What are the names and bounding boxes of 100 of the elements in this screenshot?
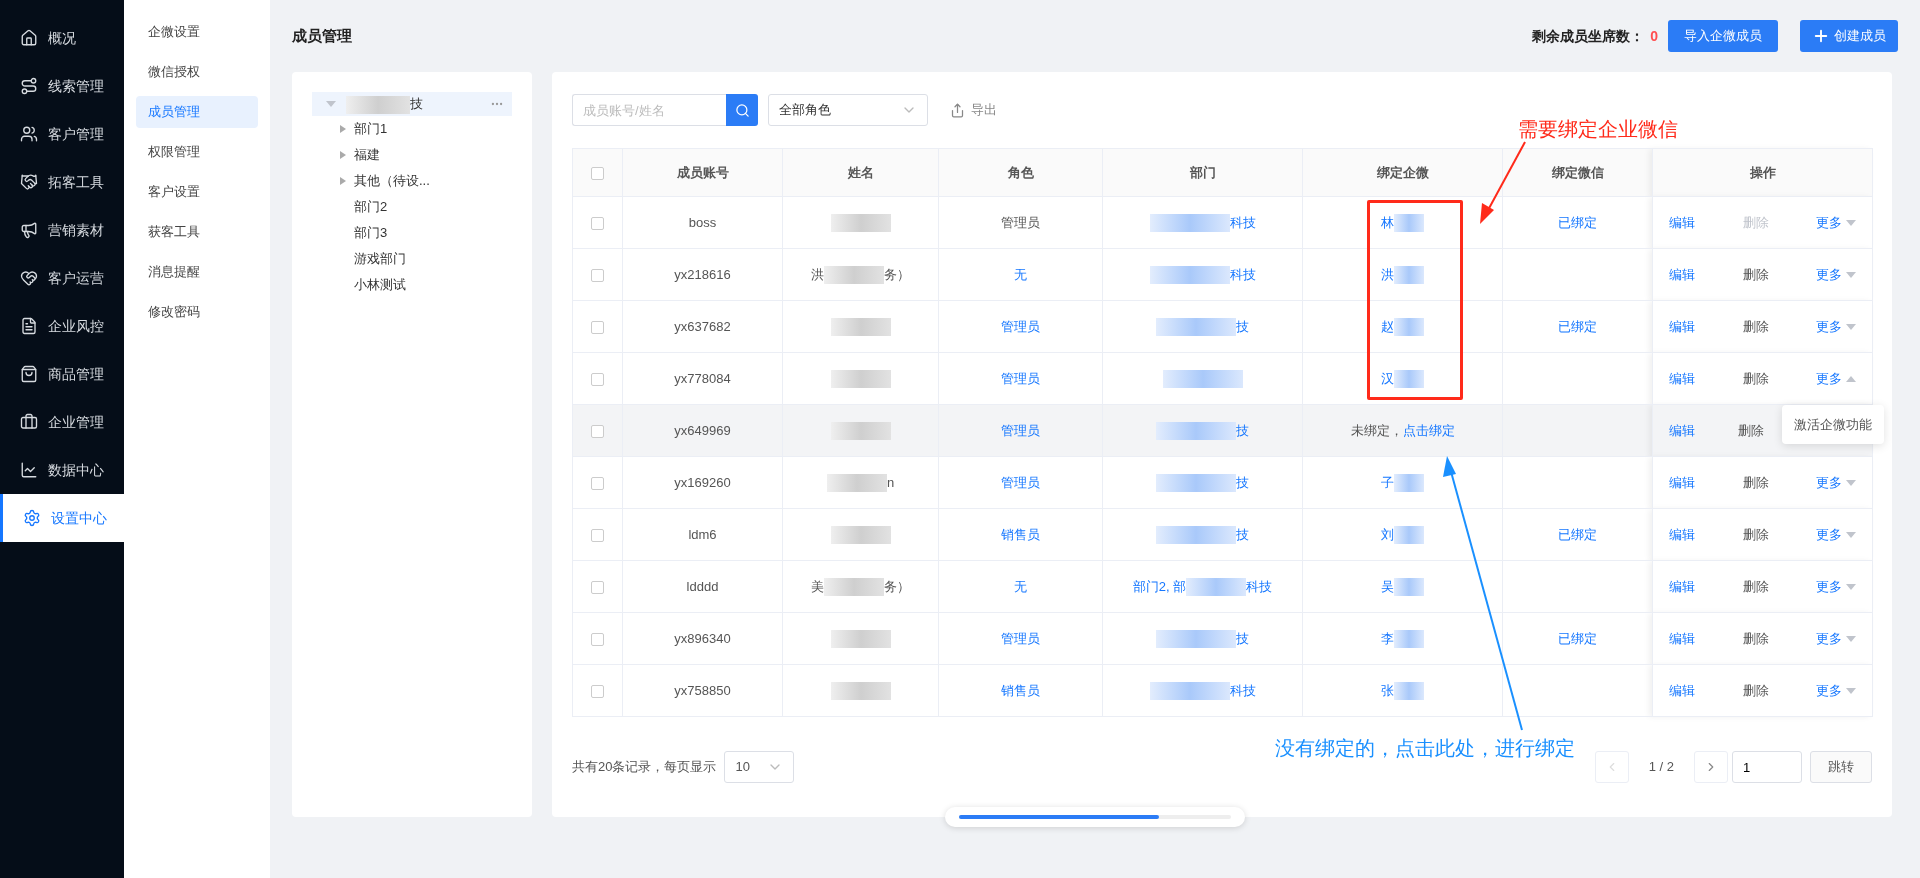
row-checkbox[interactable] (591, 632, 604, 646)
edit-link[interactable]: 编辑 (1669, 264, 1695, 285)
wecom-member-link[interactable]: 洪 (1381, 266, 1394, 282)
row-checkbox[interactable] (591, 476, 604, 490)
edit-link[interactable]: 编辑 (1669, 472, 1695, 493)
wecom-member-link[interactable]: 子 (1381, 474, 1394, 490)
delete-link[interactable]: 删除 (1742, 576, 1769, 597)
role-link[interactable]: 无 (1014, 266, 1027, 282)
search-field[interactable]: 成员账号/姓名 (572, 94, 726, 126)
department-link[interactable]: 技 (1236, 630, 1249, 646)
department-link[interactable]: 科技 (1229, 266, 1256, 282)
expand-arrow-icon[interactable] (340, 177, 346, 185)
page-size-select[interactable]: 10 (724, 751, 795, 783)
horizontal-scrollbar[interactable] (945, 807, 1245, 827)
expand-arrow-icon[interactable] (340, 151, 346, 159)
edit-link[interactable]: 编辑 (1669, 680, 1695, 701)
row-checkbox[interactable] (591, 216, 604, 230)
department-link[interactable]: 科技 (1229, 682, 1256, 698)
more-link[interactable]: 更多 (1816, 472, 1842, 493)
tree-node[interactable]: 部门3 (354, 223, 388, 243)
department-link[interactable]: 技 (1236, 422, 1249, 438)
delete-link[interactable]: 删除 (1742, 472, 1769, 493)
role-link[interactable]: 管理员 (1001, 318, 1040, 334)
sidebar-item[interactable]: 客户管理 (0, 110, 124, 158)
sidebar-item[interactable]: 客户运营 (0, 254, 124, 302)
more-link[interactable]: 更多 (1816, 316, 1842, 337)
sidebar-item[interactable]: 企业风控 (0, 302, 124, 350)
wecom-member-link[interactable]: 刘 (1381, 526, 1394, 542)
sidebar-item[interactable]: 设置中心 (0, 494, 124, 542)
jump-button[interactable]: 跳转 (1810, 751, 1872, 783)
wecom-member-link[interactable]: 汉 (1381, 370, 1394, 386)
row-checkbox[interactable] (591, 372, 604, 386)
more-link[interactable]: 更多 (1816, 576, 1842, 597)
search-button[interactable] (726, 94, 758, 126)
next-page-button[interactable] (1694, 751, 1728, 783)
sidebar-item[interactable]: 概况 (0, 14, 124, 62)
delete-link[interactable]: 删除 (1742, 316, 1769, 337)
delete-link[interactable]: 删除 (1742, 524, 1769, 545)
edit-link[interactable]: 编辑 (1669, 628, 1695, 649)
delete-link[interactable]: 删除 (1742, 680, 1769, 701)
row-checkbox[interactable] (591, 684, 604, 698)
row-checkbox[interactable] (591, 424, 604, 438)
select-all-checkbox[interactable] (591, 166, 604, 180)
wecom-member-link[interactable]: 赵 (1381, 318, 1394, 334)
wecom-member-link[interactable]: 吴 (1381, 578, 1394, 594)
sidebar-item[interactable]: 线索管理 (0, 62, 124, 110)
tree-node[interactable]: 小林测试 (354, 275, 406, 295)
department-link[interactable]: 技 (1236, 474, 1249, 490)
sidebar-item[interactable]: 商品管理 (0, 350, 124, 398)
submenu-item[interactable]: 修改密码 (136, 296, 258, 328)
more-link[interactable]: 更多 (1816, 524, 1842, 545)
tree-node[interactable]: 游戏部门 (354, 249, 406, 269)
delete-link[interactable]: 删除 (1737, 420, 1764, 441)
department-link[interactable]: 科技 (1246, 578, 1273, 594)
submenu-item[interactable]: 消息提醒 (136, 256, 258, 288)
submenu-item[interactable]: 权限管理 (136, 136, 258, 168)
role-link[interactable]: 无 (1014, 578, 1027, 594)
edit-link[interactable]: 编辑 (1669, 524, 1695, 545)
expand-arrow-icon[interactable] (340, 125, 346, 133)
row-checkbox[interactable] (591, 528, 604, 542)
submenu-item[interactable]: 微信授权 (136, 56, 258, 88)
submenu-item[interactable]: 成员管理 (136, 96, 258, 128)
sidebar-item[interactable]: 数据中心 (0, 446, 124, 494)
wecom-member-link[interactable]: 林 (1381, 214, 1394, 230)
role-link[interactable]: 销售员 (1001, 526, 1040, 542)
tree-node[interactable]: 技 (312, 92, 512, 116)
role-link[interactable]: 管理员 (1001, 422, 1040, 438)
role-link[interactable]: 管理员 (1001, 474, 1040, 490)
wecom-member-link[interactable]: 李 (1381, 630, 1394, 646)
delete-link[interactable]: 删除 (1742, 368, 1769, 389)
jump-page-field[interactable]: 1 (1732, 751, 1802, 783)
scrollbar-thumb[interactable] (959, 815, 1159, 819)
sidebar-item[interactable]: 企业管理 (0, 398, 124, 446)
delete-link[interactable]: 删除 (1742, 628, 1769, 649)
row-checkbox[interactable] (591, 580, 604, 594)
role-select[interactable]: 全部角色 (768, 94, 928, 126)
submenu-item[interactable]: 企微设置 (136, 16, 258, 48)
more-link[interactable]: 更多 (1816, 628, 1842, 649)
department-link[interactable]: 技 (1236, 526, 1249, 542)
department-link[interactable]: 科技 (1229, 214, 1256, 230)
role-link[interactable]: 销售员 (1001, 682, 1040, 698)
delete-link[interactable]: 删除 (1742, 264, 1769, 285)
row-checkbox[interactable] (591, 320, 604, 334)
submenu-item[interactable]: 获客工具 (136, 216, 258, 248)
create-button[interactable]: 创建成员 (1800, 20, 1898, 52)
more-link[interactable]: 更多 (1816, 680, 1842, 701)
import-button[interactable]: 导入企微成员 (1668, 20, 1778, 52)
row-checkbox[interactable] (591, 268, 604, 282)
department-link[interactable]: 部门2, 部 (1132, 578, 1187, 594)
tree-node[interactable]: 福建 (354, 145, 380, 165)
department-link[interactable]: 技 (1236, 318, 1249, 334)
tree-node[interactable]: 其他（待设... (354, 171, 430, 191)
bind-link[interactable]: 点击绑定 (1402, 422, 1455, 438)
tree-node[interactable]: 部门1 (354, 119, 388, 139)
sidebar-item[interactable]: 拓客工具 (0, 158, 124, 206)
wecom-member-link[interactable]: 张 (1381, 682, 1394, 698)
export-button[interactable]: 导出 (950, 100, 997, 120)
more-link[interactable]: 更多 (1816, 264, 1842, 285)
role-link[interactable]: 管理员 (1001, 630, 1040, 646)
role-link[interactable]: 管理员 (1001, 370, 1040, 386)
